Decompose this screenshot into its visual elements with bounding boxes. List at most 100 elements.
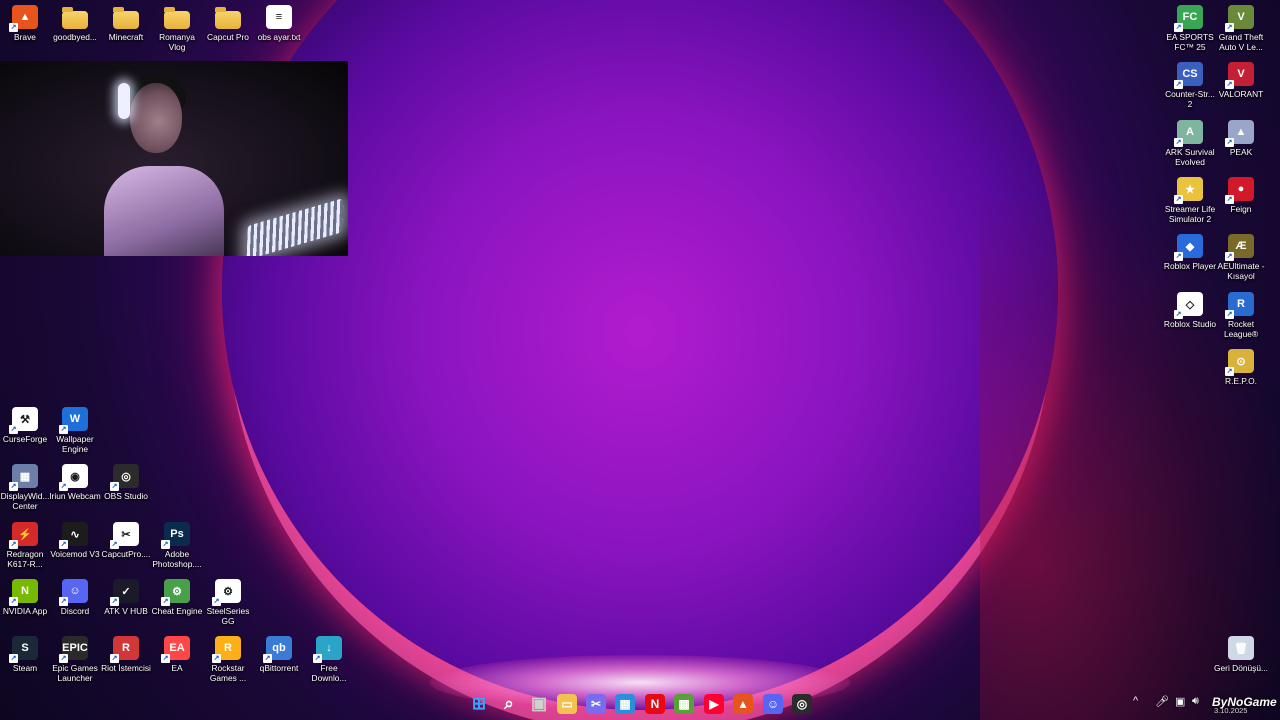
desktop-icon-bottom-9[interactable]: N ↗ NVIDIA App (0, 579, 52, 616)
desktop-icon-label: Wallpaper Engine (56, 434, 94, 454)
taskbar-netflix-icon[interactable]: N (645, 694, 665, 714)
taskbar-brave-icon[interactable]: ▲ (733, 694, 753, 714)
folder-icon (164, 7, 190, 29)
desktop-icon-top-1[interactable]: goodbyed... (48, 5, 102, 42)
shortcut-arrow-icon: ↗ (59, 425, 68, 434)
taskbar-obs-icon[interactable]: ◎ (792, 694, 812, 714)
taskbar-task-view-icon[interactable]: ▣ (529, 694, 549, 714)
desktop-icon-right-3[interactable]: V ↗ VALORANT (1214, 62, 1268, 99)
desktop-icon-bottom-5[interactable]: ⚡ ↗ Redragon K617-R... (0, 522, 52, 569)
steam-icon: S ↗ (9, 636, 38, 663)
desktop-icon-label: Rocket League® (1223, 319, 1259, 339)
desktop-icon-right-0[interactable]: FC ↗ EA SPORTS FC™ 25 (1163, 5, 1217, 52)
desktop-icon-right-12[interactable]: ⊙ ↗ R.E.P.O. (1214, 349, 1268, 386)
shortcut-arrow-icon: ↗ (59, 482, 68, 491)
wallpaper-glow-bottom (430, 655, 850, 710)
shortcut-arrow-icon: ↗ (1225, 23, 1234, 32)
rocket-league-icon: R ↗ (1225, 292, 1254, 319)
microphone-icon[interactable]: 🎤︎ (1155, 695, 1169, 708)
free-download-manager-icon: ↓ ↗ (313, 636, 342, 663)
shortcut-arrow-icon: ↗ (212, 654, 221, 663)
network-icon[interactable]: ▣ (1175, 695, 1185, 708)
desktop-icon-right-5[interactable]: ▲ ↗ PEAK (1214, 120, 1268, 157)
valorant-icon: V ↗ (1225, 62, 1254, 89)
discord-icon: ☺ ↗ (59, 579, 88, 606)
taskbar-start-icon[interactable]: ⊞ (469, 694, 489, 714)
desktop-icon-bottom-12[interactable]: ⚙ ↗ Cheat Engine (150, 579, 204, 616)
desktop-icon-top-4[interactable]: Capcut Pro (201, 5, 255, 42)
desktop-icon-bottom-3[interactable]: ◉ ↗ Iriun Webcam (48, 464, 102, 501)
desktop-icon-label: NVIDIA App (2, 606, 48, 616)
brave-icon: ▲ ↗ (9, 5, 38, 32)
desktop-icon-bottom-19[interactable]: qb ↗ qBittorrent (252, 636, 306, 673)
desktop-icon-label: EA (171, 663, 183, 673)
shortcut-arrow-icon: ↗ (161, 654, 170, 663)
taskbar-search-icon[interactable]: ⌕ (499, 694, 519, 714)
desktop-icon-right-4[interactable]: A ↗ ARK Survival Evolved (1163, 120, 1217, 167)
gta-icon: V ↗ (1225, 5, 1254, 32)
desktop-icon-bottom-14[interactable]: S ↗ Steam (0, 636, 52, 673)
desktop-icon-label: CapcutPro.... (101, 549, 151, 559)
desktop-icon-bottom-18[interactable]: R ↗ Rockstar Games ... (201, 636, 255, 683)
desktop-icon-bottom-17[interactable]: EA ↗ EA (150, 636, 204, 673)
desktop-icon-label: Minecraft (108, 32, 144, 42)
desktop-icon-label: Voicemod V3 (50, 549, 100, 559)
webcam-person-head (130, 83, 182, 153)
desktop-icon-right-11[interactable]: R ↗ Rocket League® (1214, 292, 1268, 339)
desktop-icon-recycle-0[interactable]: 🗑 Geri Dönüşü... (1214, 636, 1268, 673)
volume-icon[interactable]: 🔊︎ (1192, 695, 1199, 708)
taskbar-snipping-tool-icon[interactable]: ✂ (586, 694, 606, 714)
desktop-icon-right-7[interactable]: ● ↗ Feign (1214, 177, 1268, 214)
watermark-text: ByNoGame (1212, 695, 1277, 709)
desktop-icon-bottom-13[interactable]: ⚙ ↗ SteelSeries GG (201, 579, 255, 626)
desktop-icon-bottom-0[interactable]: ⚒ ↗ CurseForge (0, 407, 52, 444)
desktop-icon-bottom-10[interactable]: ☺ ↗ Discord (48, 579, 102, 616)
counter-strike-icon: CS ↗ (1174, 62, 1203, 89)
desktop-icon-bottom-7[interactable]: ✂ ↗ CapcutPro.... (99, 522, 153, 559)
desktop-icon-top-0[interactable]: ▲ ↗ Brave (0, 5, 52, 42)
shortcut-arrow-icon: ↗ (313, 654, 322, 663)
desktop-icon-top-3[interactable]: Romanya Vlog (150, 5, 204, 52)
desktop-icon-bottom-11[interactable]: ✓ ↗ ATK V HUB (99, 579, 153, 616)
desktop-icon-right-9[interactable]: Æ ↗ AEUltimate - Kısayol (1214, 234, 1268, 281)
taskbar-minecraft-icon[interactable]: ▦ (674, 694, 694, 714)
taskbar-discord-icon[interactable]: ☺ (763, 694, 783, 714)
tray-overflow-chevron[interactable]: ^ (1133, 695, 1138, 707)
desktop-icon-right-1[interactable]: V ↗ Grand Theft Auto V Le... (1214, 5, 1268, 52)
desktop-icon-bottom-6[interactable]: ∿ ↗ Voicemod V3 (48, 522, 102, 559)
desktop-icon-right-8[interactable]: ◆ ↗ Roblox Player (1163, 234, 1217, 271)
desktop-icon-bottom-1[interactable]: W ↗ Wallpaper Engine (48, 407, 102, 454)
desktop-icon-label: ATK V HUB (104, 606, 148, 616)
shortcut-arrow-icon: ↗ (9, 597, 18, 606)
desktop-icon-bottom-20[interactable]: ↓ ↗ Free Downlo... (302, 636, 356, 683)
desktop-icon-bottom-8[interactable]: Ps ↗ Adobe Photoshop.... (150, 522, 204, 569)
desktop-icon-label: Steam (12, 663, 38, 673)
taskbar-microsoft-store-icon[interactable]: ▦ (615, 694, 635, 714)
shortcut-arrow-icon: ↗ (59, 654, 68, 663)
desktop-icon-right-6[interactable]: ★ ↗ Streamer Life Simulator 2 (1163, 177, 1217, 224)
desktop-icon-label: AEUltimate - Kısayol (1217, 261, 1265, 281)
taskbar-file-explorer-icon[interactable]: ▭ (557, 694, 577, 714)
desktop-icon-right-2[interactable]: CS ↗ Counter-Str... 2 (1163, 62, 1217, 109)
desktop-icon-bottom-16[interactable]: R ↗ Riot İstemcisi (99, 636, 153, 673)
atk-hub-icon: ✓ ↗ (110, 579, 139, 606)
roblox-studio-icon: ◇ ↗ (1174, 292, 1203, 319)
desktop-icon-top-2[interactable]: Minecraft (99, 5, 153, 42)
desktop-icon-top-5[interactable]: ≡ obs ayar.txt (252, 5, 306, 42)
desktop-icon-label: VALORANT (1218, 89, 1264, 99)
iriun-webcam-icon: ◉ ↗ (59, 464, 88, 491)
shortcut-arrow-icon: ↗ (1225, 80, 1234, 89)
ea-fc-icon: FC ↗ (1174, 5, 1203, 32)
shortcut-arrow-icon: ↗ (161, 597, 170, 606)
desktop-icon-right-10[interactable]: ◇ ↗ Roblox Studio (1163, 292, 1217, 329)
streamer-life-icon: ★ ↗ (1174, 177, 1203, 204)
desktop-icon-bottom-2[interactable]: ▦ ↗ DisplayWid... Center (0, 464, 52, 511)
desktop-icon-label: Geri Dönüşü... (1214, 663, 1268, 673)
shortcut-arrow-icon: ↗ (212, 597, 221, 606)
desktop-icon-bottom-15[interactable]: EPIC ↗ Epic Games Launcher (48, 636, 102, 683)
taskbar-youtube-music-icon[interactable]: ▶ (704, 694, 724, 714)
shortcut-arrow-icon: ↗ (1225, 138, 1234, 147)
desktop-icon-bottom-4[interactable]: ◎ ↗ OBS Studio (99, 464, 153, 501)
shortcut-arrow-icon: ↗ (1174, 80, 1183, 89)
voicemod-icon: ∿ ↗ (59, 522, 88, 549)
